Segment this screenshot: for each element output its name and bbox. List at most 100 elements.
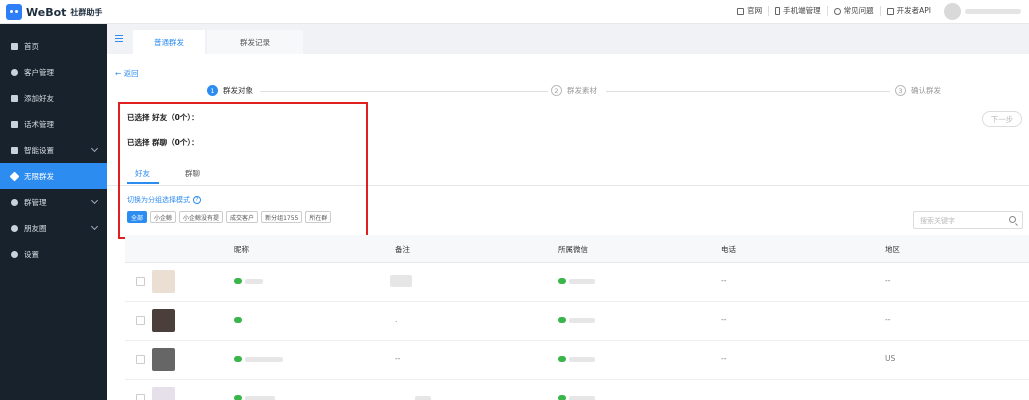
row-checkbox[interactable]: [136, 355, 145, 364]
table-row[interactable]: [125, 380, 1029, 400]
sidebar-item-label: 客户管理: [24, 67, 54, 77]
row-checkbox[interactable]: [136, 316, 145, 325]
column-header-phone[interactable]: 电话: [721, 244, 736, 255]
user-avatar[interactable]: [944, 3, 961, 20]
phone-icon: [775, 7, 781, 15]
header-link-website[interactable]: 官网: [731, 6, 768, 16]
search-icon[interactable]: [1009, 216, 1016, 223]
table-row[interactable]: . -- --: [125, 302, 1029, 341]
sidebar-item-label: 设置: [24, 249, 39, 259]
switch-to-group-mode-link[interactable]: 切换为分组选择模式 ?: [127, 195, 201, 205]
header-link-label: 开发者API: [896, 6, 931, 15]
step-label: 群发素材: [567, 86, 597, 95]
home-icon: [11, 42, 18, 50]
top-header: WeBot 社群助手 官网 手机端管理 常见问题 开发者API: [0, 0, 1029, 24]
wechat-icon: [558, 395, 566, 400]
header-link-label: 常见问题: [843, 6, 874, 15]
sidebar-item-label: 群管理: [24, 197, 47, 207]
group-tag[interactable]: 小企鲸: [150, 211, 177, 223]
tab-normal-send[interactable]: 普通群发: [133, 30, 205, 54]
header-link-faq[interactable]: 常见问题: [826, 6, 880, 16]
group-tag[interactable]: 所在群: [305, 211, 332, 223]
chevron-down-icon: [90, 196, 99, 205]
group-tag[interactable]: 成交客户: [226, 211, 259, 223]
column-header-region[interactable]: 地区: [885, 244, 900, 255]
back-link[interactable]: ← 返回: [115, 68, 139, 79]
logo-subtitle: 社群助手: [70, 7, 103, 17]
wechat-account-redacted: [569, 318, 595, 323]
step-1: 1 群发对象: [207, 85, 253, 96]
wechat-icon: [558, 278, 566, 284]
divider: [107, 185, 1029, 186]
smart-icon: [11, 146, 18, 154]
sidebar-item-label: 无限群发: [24, 171, 54, 181]
subtab-active-indicator: [127, 182, 159, 184]
step-label: 确认群发: [911, 86, 941, 95]
row-checkbox[interactable]: [136, 394, 145, 400]
column-header-nickname[interactable]: 昵称: [234, 244, 249, 255]
step-2: 2 群发素材: [551, 85, 597, 96]
remark-cell: .: [395, 315, 398, 324]
sidebar: 首页 客户管理 添加好友 话术管理 智能设置 无限群发 群管理 朋友圈 设置: [0, 24, 107, 400]
menu-toggle-icon[interactable]: [115, 35, 123, 42]
group-filter-tags: 全部 小企鲸 小企鲸没有提 成交客户 新分组1755 所在群: [127, 211, 332, 223]
logo[interactable]: WeBot 社群助手: [6, 4, 102, 20]
region-cell: --: [885, 315, 891, 324]
header-link-api[interactable]: 开发者API: [879, 6, 937, 16]
header-link-mobile[interactable]: 手机端管理: [768, 6, 827, 16]
sidebar-item-label: 话术管理: [24, 119, 54, 129]
selected-friends-label: 已选择 好友（0个）：: [127, 113, 199, 122]
sidebar-item-scripts[interactable]: 话术管理: [0, 111, 107, 137]
group-tag-all[interactable]: 全部: [127, 211, 148, 223]
help-icon[interactable]: ?: [193, 196, 201, 204]
send-icon: [9, 171, 20, 181]
nickname-redacted: [245, 396, 275, 400]
sidebar-item-mass-send[interactable]: 无限群发: [0, 163, 107, 189]
phone-cell: --: [721, 276, 727, 285]
arrow-left-icon: ←: [115, 69, 122, 78]
sidebar-item-moments[interactable]: 朋友圈: [0, 215, 107, 241]
table-row[interactable]: -- -- US: [125, 341, 1029, 380]
row-checkbox[interactable]: [136, 277, 145, 286]
step-number: 2: [551, 85, 562, 96]
monitor-icon: [737, 7, 745, 15]
sidebar-item-settings[interactable]: 设置: [0, 241, 107, 267]
contact-avatar: [152, 348, 175, 371]
group-icon: [11, 198, 18, 206]
table-header: 昵称 备注 所属微信 电话 地区: [125, 235, 1029, 263]
username-redacted[interactable]: [965, 9, 1021, 14]
step-connector: [606, 91, 890, 92]
logo-text: WeBot: [26, 5, 67, 19]
column-header-remark[interactable]: 备注: [395, 244, 410, 255]
wechat-account-redacted: [569, 357, 595, 362]
search-placeholder: 搜索关键字: [920, 217, 955, 225]
sidebar-item-groups[interactable]: 群管理: [0, 189, 107, 215]
subtab-groups[interactable]: 群聊: [185, 168, 200, 179]
step-label: 群发对象: [223, 86, 253, 95]
tab-bar: 普通群发 群发记录: [107, 24, 1029, 54]
tab-send-records[interactable]: 群发记录: [207, 30, 303, 54]
sidebar-item-home[interactable]: 首页: [0, 33, 107, 59]
search-input[interactable]: 搜索关键字: [913, 211, 1023, 229]
group-tag[interactable]: 小企鲸没有提: [179, 211, 224, 223]
header-link-label: 官网: [747, 6, 763, 15]
wechat-icon: [558, 317, 566, 323]
main-content: 普通群发 群发记录 ← 返回 1 群发对象 2 群发素材 3 确认群发 下一步 …: [107, 24, 1029, 400]
table-row[interactable]: -- --: [125, 263, 1029, 302]
sidebar-item-add-friend[interactable]: 添加好友: [0, 85, 107, 111]
nickname-redacted: [245, 357, 283, 362]
remark-redacted: [415, 396, 431, 400]
nickname-redacted: [245, 279, 263, 284]
next-step-button[interactable]: 下一步: [982, 111, 1022, 127]
wechat-icon: [234, 356, 242, 362]
subtab-friends[interactable]: 好友: [135, 168, 150, 179]
sidebar-item-label: 智能设置: [24, 145, 54, 155]
sidebar-item-customers[interactable]: 客户管理: [0, 59, 107, 85]
group-tag[interactable]: 新分组1755: [261, 211, 303, 223]
step-connector: [260, 91, 548, 92]
script-icon: [11, 120, 18, 128]
region-cell: --: [885, 276, 891, 285]
sidebar-item-smart-settings[interactable]: 智能设置: [0, 137, 107, 163]
column-header-wechat[interactable]: 所属微信: [558, 244, 588, 255]
header-link-label: 手机端管理: [783, 6, 821, 15]
